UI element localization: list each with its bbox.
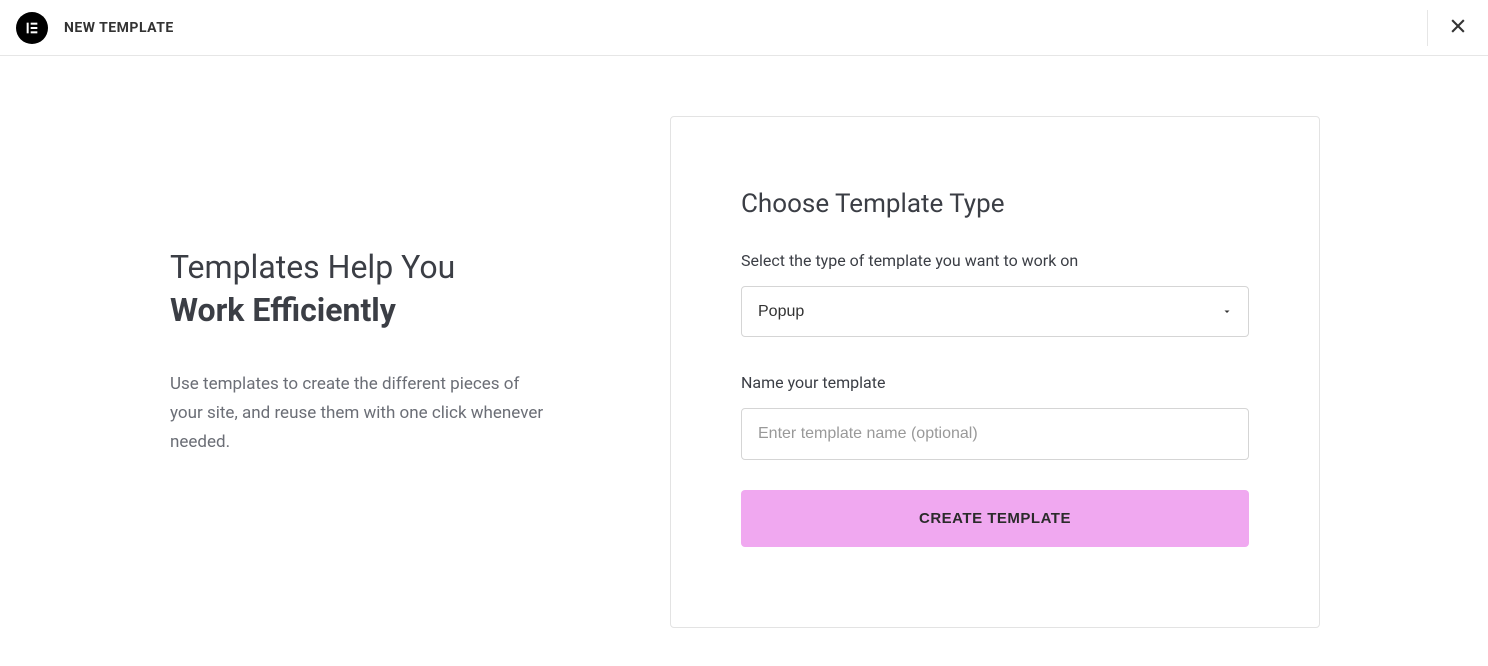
intro-description: Use templates to create the different pi… (170, 370, 550, 457)
template-name-label: Name your template (741, 373, 1249, 392)
dialog-header: NEW TEMPLATE (0, 0, 1488, 56)
header-left: NEW TEMPLATE (16, 12, 174, 44)
template-type-select[interactable]: Popup (741, 286, 1249, 337)
template-name-input[interactable] (741, 408, 1249, 460)
intro-title-line1: Templates Help You (170, 246, 670, 289)
form-title: Choose Template Type (741, 189, 1249, 219)
main-content: Templates Help You Work Efficiently Use … (0, 56, 1488, 628)
close-icon (1448, 16, 1468, 39)
intro-title-line2: Work Efficiently (170, 289, 670, 332)
form-panel: Choose Template Type Select the type of … (670, 116, 1320, 628)
template-type-select-wrapper: Popup (741, 286, 1249, 337)
template-type-label: Select the type of template you want to … (741, 251, 1249, 270)
create-template-button[interactable]: CREATE TEMPLATE (741, 490, 1249, 547)
elementor-logo (16, 12, 48, 44)
intro-panel: Templates Help You Work Efficiently Use … (0, 116, 670, 628)
header-title: NEW TEMPLATE (64, 20, 174, 36)
close-button[interactable] (1427, 10, 1472, 46)
